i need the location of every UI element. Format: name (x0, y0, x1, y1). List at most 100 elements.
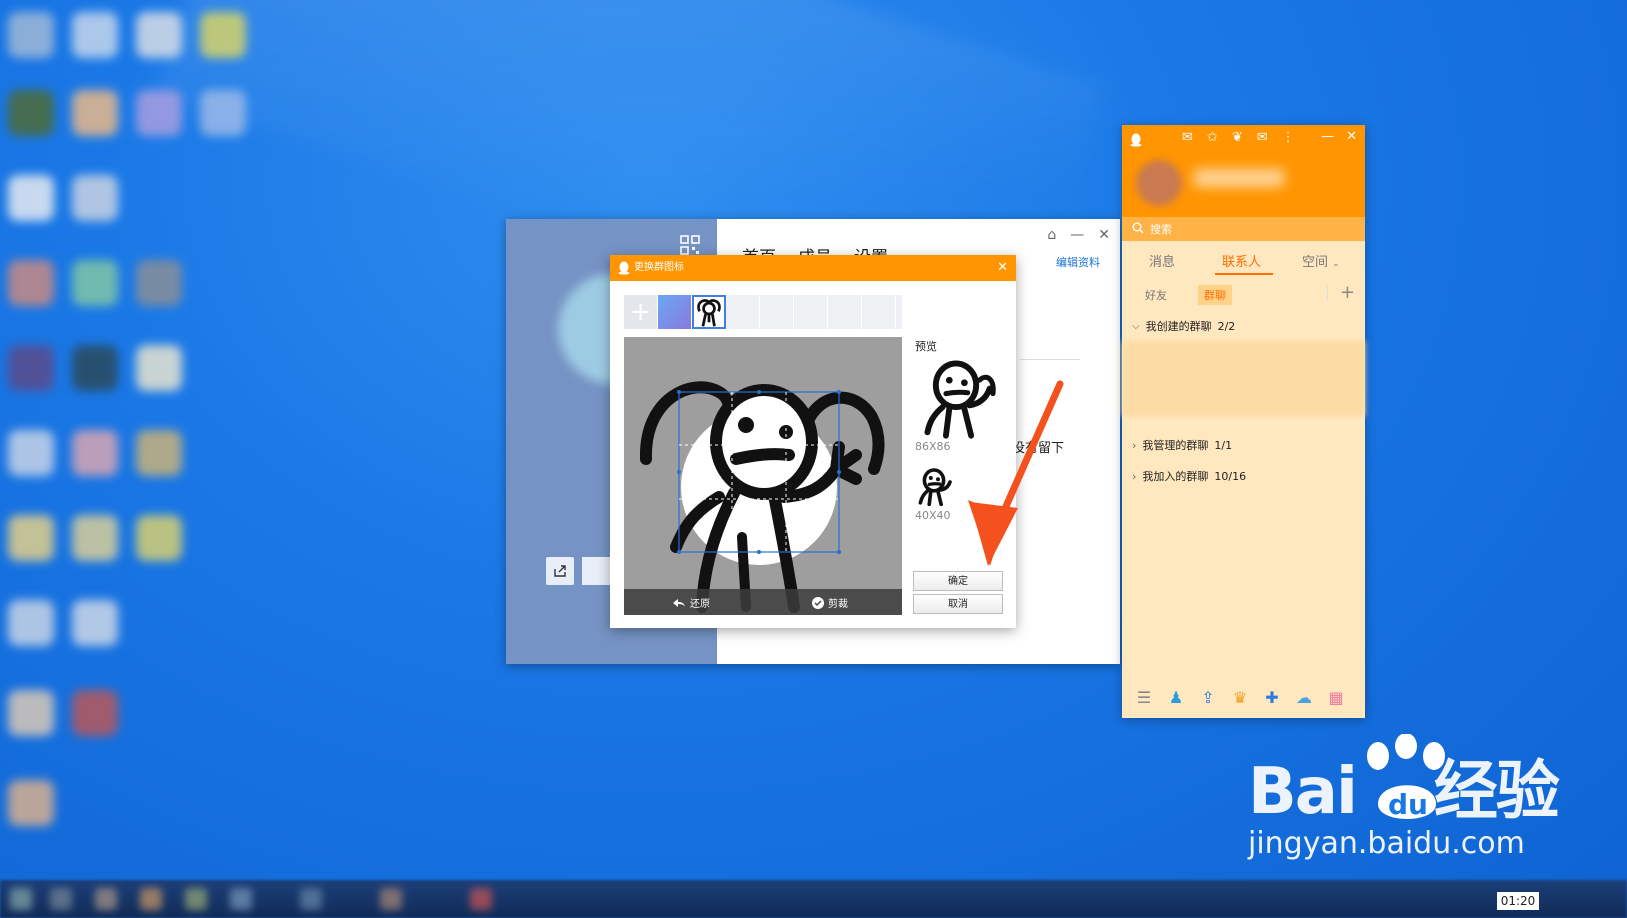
avatar[interactable] (1136, 160, 1182, 206)
thumbnail-empty[interactable] (862, 295, 896, 329)
desktop-icon[interactable] (8, 430, 54, 476)
confirm-button[interactable]: 确定 (913, 571, 1003, 591)
preview-large-size: 86X86 (915, 440, 951, 453)
taskbar-icon[interactable] (10, 888, 32, 910)
tab-messages[interactable]: 消息 (1149, 251, 1175, 270)
qq-bottom-bar: ☰ ♟ ⇪ ♛ ✚ ☁ ▦ (1122, 677, 1365, 717)
taskbar-icon[interactable] (95, 888, 117, 910)
desktop-icon[interactable] (8, 260, 54, 306)
taskbar-icon[interactable] (50, 888, 72, 910)
file-assistant-icon[interactable]: ⇪ (1198, 687, 1218, 707)
desktop-icon[interactable] (72, 600, 118, 646)
group-category-created[interactable]: ⌵ 我创建的群聊 2/2 (1132, 318, 1235, 334)
thumbnail-item-selected[interactable] (692, 295, 726, 329)
cancel-button[interactable]: 取消 (913, 594, 1003, 614)
desktop-icon[interactable] (200, 90, 246, 136)
thumbnail-item[interactable] (658, 295, 692, 329)
preview-small-size: 40X40 (915, 509, 951, 522)
cloud-icon[interactable]: ☁ (1294, 687, 1314, 707)
desktop-icon[interactable] (8, 780, 54, 826)
desktop-icon[interactable] (136, 430, 182, 476)
star-icon[interactable]: ✩ (1207, 130, 1218, 145)
thumbnail-empty[interactable] (794, 295, 828, 329)
desktop-icon[interactable] (8, 175, 54, 221)
taskbar-clock: 01:20 (1497, 892, 1539, 910)
qq-window-controls: — ✕ (1321, 129, 1357, 144)
minimize-icon[interactable]: — (1070, 227, 1084, 243)
desktop-icon[interactable] (72, 515, 118, 561)
apps-icon[interactable]: ▦ (1326, 687, 1346, 707)
skin-icon[interactable]: ⌂ (1047, 227, 1056, 243)
divider (1020, 359, 1080, 360)
game-center-icon[interactable]: ♛ (1230, 687, 1250, 707)
change-icon-dialog: 更换群图标 ✕ + 还原 剪裁 预览 86X86 40X40 确定 取消 (610, 255, 1016, 628)
desktop-icon[interactable] (72, 175, 118, 221)
desktop-icon[interactable] (136, 260, 182, 306)
qr-code-icon[interactable] (680, 235, 700, 255)
close-icon[interactable]: ✕ (1346, 129, 1357, 144)
tab-underline (1215, 273, 1273, 275)
subtab-groups[interactable]: 群聊 (1198, 285, 1232, 305)
tab-space[interactable]: 空间 ⌄ (1302, 251, 1340, 270)
desktop-icon[interactable] (8, 90, 54, 136)
add-icon[interactable]: + (1340, 282, 1355, 303)
desktop-icon[interactable] (8, 12, 54, 58)
taskbar-icon[interactable] (380, 888, 402, 910)
taskbar-icon[interactable] (300, 888, 322, 910)
menu-icon[interactable]: ☰ (1134, 687, 1154, 707)
thumbnail-empty[interactable] (726, 295, 760, 329)
desktop-icon[interactable] (72, 260, 118, 306)
desktop-icon[interactable] (200, 12, 246, 58)
taskbar-icon[interactable] (230, 888, 252, 910)
group-category-joined[interactable]: › 我加入的群聊 10/16 (1132, 468, 1246, 484)
qq-main-tabs: 消息 联系人 空间 ⌄ (1122, 243, 1365, 275)
taskbar-icon[interactable] (470, 888, 492, 910)
baidu-watermark: Bai 经验 jingyan.baidu.com du (1248, 734, 1560, 861)
qq-main-panel: ✉ ✩ ❦ ✉ ⋮ — ✕ 搜索 消息 联系人 空间 ⌄ 好友 群聊 + ⌵ 我… (1122, 125, 1365, 718)
more-icon[interactable]: ⋮ (1282, 130, 1295, 145)
desktop-icon[interactable] (72, 90, 118, 136)
undo-button[interactable]: 还原 (672, 595, 710, 610)
tab-contacts[interactable]: 联系人 (1222, 251, 1261, 270)
qq-penguin-icon (618, 261, 630, 275)
qq-search-bar[interactable]: 搜索 (1122, 217, 1365, 241)
desktop-icon[interactable] (8, 600, 54, 646)
thumbnail-empty[interactable] (828, 295, 862, 329)
minimize-icon[interactable]: — (1321, 129, 1334, 144)
message-box-icon[interactable]: ✉ (1257, 130, 1268, 145)
watermark-brand-text: Bai (1248, 755, 1358, 829)
desktop-icon[interactable] (72, 690, 118, 736)
desktop-icon[interactable] (8, 345, 54, 391)
desktop-icon[interactable] (72, 345, 118, 391)
add-image-button[interactable]: + (624, 295, 658, 329)
taskbar-icon[interactable] (140, 888, 162, 910)
desktop-icon[interactable] (8, 515, 54, 561)
subtab-friends[interactable]: 好友 (1145, 287, 1167, 303)
crop-button[interactable]: 剪裁 (812, 595, 848, 610)
crop-area[interactable]: 还原 剪裁 (624, 337, 902, 615)
desktop-icon[interactable] (136, 12, 182, 58)
desktop-icons (0, 0, 260, 860)
desktop-icon[interactable] (8, 690, 54, 736)
chevron-down-icon: ⌄ (1332, 259, 1340, 269)
crop-toolbar: 还原 剪裁 (624, 589, 902, 615)
annotation-arrow-icon (968, 380, 1064, 566)
group-category-managed[interactable]: › 我管理的群聊 1/1 (1132, 437, 1232, 453)
desktop-icon[interactable] (72, 430, 118, 476)
desktop-icon[interactable] (136, 90, 182, 136)
desktop-icon[interactable] (136, 515, 182, 561)
gamepad-icon[interactable]: ✚ (1262, 687, 1282, 707)
taskbar-icon[interactable] (185, 888, 207, 910)
thumbnail-empty[interactable] (760, 295, 794, 329)
edit-profile-link[interactable]: 编辑资料 (1056, 254, 1100, 270)
share-button[interactable] (546, 557, 574, 585)
divider (1327, 285, 1328, 301)
dialog-close-icon[interactable]: ✕ (997, 255, 1008, 281)
group-list-blurred[interactable] (1122, 341, 1365, 416)
desktop-icon[interactable] (72, 12, 118, 58)
shirt-icon[interactable]: ❦ (1232, 130, 1243, 145)
add-friend-icon[interactable]: ♟ (1166, 687, 1186, 707)
desktop-icon[interactable] (136, 345, 182, 391)
mail-icon[interactable]: ✉ (1182, 130, 1193, 145)
close-icon[interactable]: ✕ (1098, 227, 1110, 243)
